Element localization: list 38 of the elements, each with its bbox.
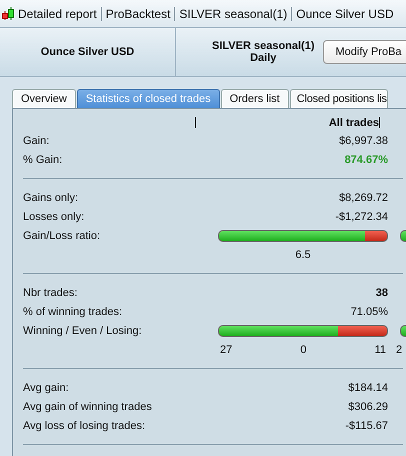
stat-value: $184.14	[347, 382, 388, 394]
bar-value: 6.5	[295, 248, 311, 260]
stat-label: Gains only:	[23, 192, 80, 204]
tab[interactable]: Closed positions lis	[290, 89, 388, 108]
stat-value: -$1,272.34	[334, 210, 388, 222]
stat-label: Gain/Loss ratio:	[23, 230, 102, 242]
stat-label: Avg gain:	[23, 382, 70, 394]
stat-label: Nbr trades:	[23, 286, 78, 298]
column-header: All trades	[328, 116, 379, 128]
stat-value: 38	[374, 286, 388, 298]
tab[interactable]: Orders list	[220, 89, 289, 108]
bar-value: 27	[220, 344, 232, 356]
strategy-name: SILVER seasonal(1)	[212, 40, 314, 52]
tab[interactable]: Overview	[12, 89, 76, 108]
stat-value: 71.05%	[350, 306, 388, 318]
stat-label: Winning / Even / Losing:	[23, 324, 143, 336]
stat-label: Avg gain of winning trades	[23, 400, 153, 412]
stat-value: $8,269.72	[338, 192, 388, 204]
breadcrumb[interactable]: SILVER seasonal(1)	[179, 6, 288, 20]
breadcrumb[interactable]: ProBacktest	[106, 6, 170, 20]
bar-value: 2	[396, 344, 402, 356]
stat-value: $6,997.38	[338, 134, 388, 146]
stat-label: % of winning trades:	[23, 306, 124, 318]
stat-value: $306.29	[347, 400, 388, 412]
bar-value: 0	[300, 344, 306, 356]
stat-label: Avg loss of losing trades:	[23, 420, 146, 432]
stat-label: Gain:	[23, 134, 50, 146]
stat-value: 874.67%	[344, 154, 388, 166]
timeframe-label: Daily	[250, 52, 276, 64]
stat-label: % Gain:	[23, 154, 64, 166]
stat-label: Losses only:	[23, 210, 86, 222]
candlestick-icon	[2, 6, 14, 20]
instrument-name: Ounce Silver USD	[40, 46, 134, 58]
breadcrumb[interactable]: Detailed report	[18, 6, 97, 20]
bar-value: 11	[374, 344, 386, 356]
stat-value: -$115.67	[344, 420, 388, 432]
breadcrumb[interactable]: Ounce Silver USD	[296, 6, 394, 20]
modify-button[interactable]: Modify ProBa	[322, 40, 406, 64]
